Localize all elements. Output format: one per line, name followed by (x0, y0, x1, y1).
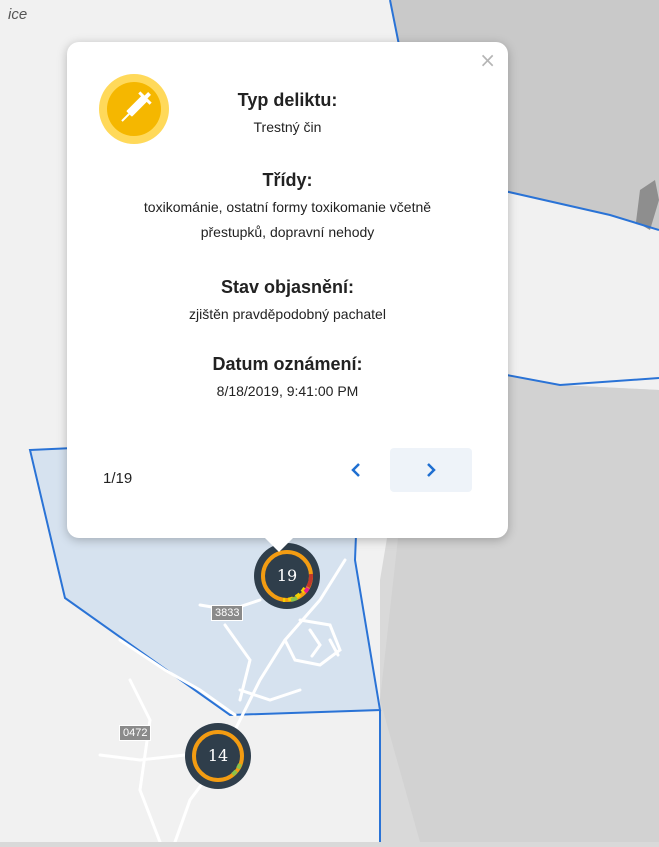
close-icon[interactable]: × (479, 50, 496, 70)
field-title: Stav objasnění: (220, 277, 355, 297)
field-value: toxikománie, ostatní formy toxikomanie v… (143, 199, 432, 240)
page-indicator: 1/19 (103, 470, 133, 487)
city-label: ice (8, 6, 28, 23)
field-offense-type: Typ deliktu: Trestný čin (67, 90, 508, 140)
previous-button[interactable] (315, 448, 397, 492)
field-status: Stav objasnění: zjištěn pravděpodobný pa… (67, 277, 508, 327)
cluster-marker[interactable]: 14 (184, 722, 252, 790)
road-number-label: 3833 (211, 605, 244, 621)
incident-popup: × Typ deliktu: Trestný čin Třídy: toxiko… (67, 42, 508, 538)
field-classes: Třídy: toxikománie, ostatní formy toxiko… (67, 170, 508, 245)
cluster-marker[interactable]: 19 (253, 542, 321, 610)
field-value: 8/18/2019, 9:41:00 PM (216, 383, 359, 399)
field-title: Datum oznámení: (212, 354, 363, 374)
field-value: zjištěn pravděpodobný pachatel (189, 306, 386, 322)
chevron-right-icon (427, 463, 436, 477)
cluster-count: 19 (276, 566, 298, 585)
field-title: Typ deliktu: (237, 90, 338, 110)
cluster-count: 14 (207, 746, 229, 765)
chevron-left-icon (351, 463, 360, 477)
field-report-date: Datum oznámení: 8/18/2019, 9:41:00 PM (67, 354, 508, 404)
road-number-label: 0472 (119, 725, 152, 741)
next-button[interactable] (390, 448, 472, 492)
popup-pointer (265, 538, 293, 552)
field-title: Třídy: (262, 170, 313, 190)
field-value: Trestný čin (253, 119, 322, 135)
